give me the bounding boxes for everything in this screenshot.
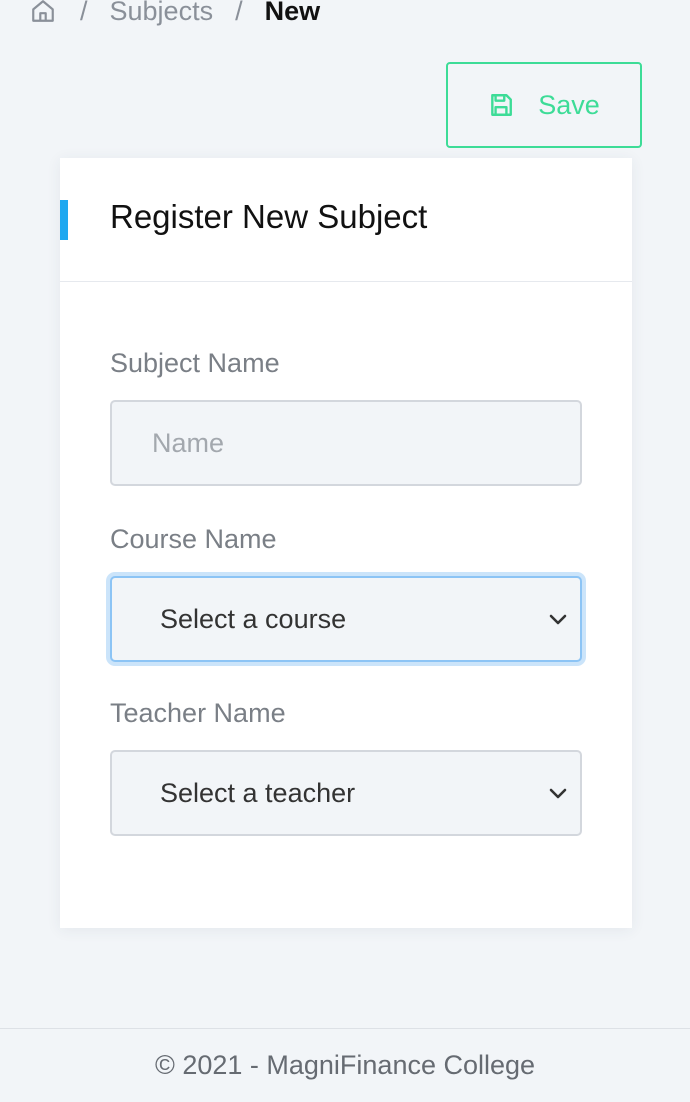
breadcrumb: / Subjects / New <box>30 0 320 28</box>
subject-name-placeholder: Name <box>152 427 225 458</box>
register-subject-card: Register New Subject Subject Name Name C… <box>60 158 632 928</box>
course-select[interactable]: Select a course <box>110 576 582 662</box>
save-button[interactable]: Save <box>446 62 642 148</box>
subject-name-input[interactable]: Name <box>110 400 582 486</box>
footer-copyright: © 2021 - MagniFinance College <box>154 1050 536 1080</box>
teacher-name-label: Teacher Name <box>110 698 286 728</box>
save-button-label: Save <box>538 89 600 120</box>
home-icon[interactable] <box>30 0 58 25</box>
subject-name-label: Subject Name <box>110 348 280 378</box>
teacher-select[interactable]: Select a teacher <box>110 750 582 836</box>
card-header: Register New Subject <box>60 158 632 282</box>
breadcrumb-current: New <box>264 0 321 26</box>
breadcrumb-subjects-link[interactable]: Subjects <box>110 0 214 27</box>
footer: © 2021 - MagniFinance College <box>0 1028 690 1102</box>
course-name-label: Course Name <box>110 524 277 554</box>
card-title: Register New Subject <box>110 198 428 235</box>
chevron-down-icon <box>548 782 570 804</box>
teacher-select-value: Select a teacher <box>160 777 356 808</box>
chevron-down-icon <box>548 608 570 630</box>
course-select-value: Select a course <box>160 603 347 634</box>
breadcrumb-separator: / <box>235 0 243 26</box>
breadcrumb-separator: / <box>80 0 88 26</box>
card-accent-bar <box>60 200 68 240</box>
floppy-disk-icon <box>488 92 514 118</box>
